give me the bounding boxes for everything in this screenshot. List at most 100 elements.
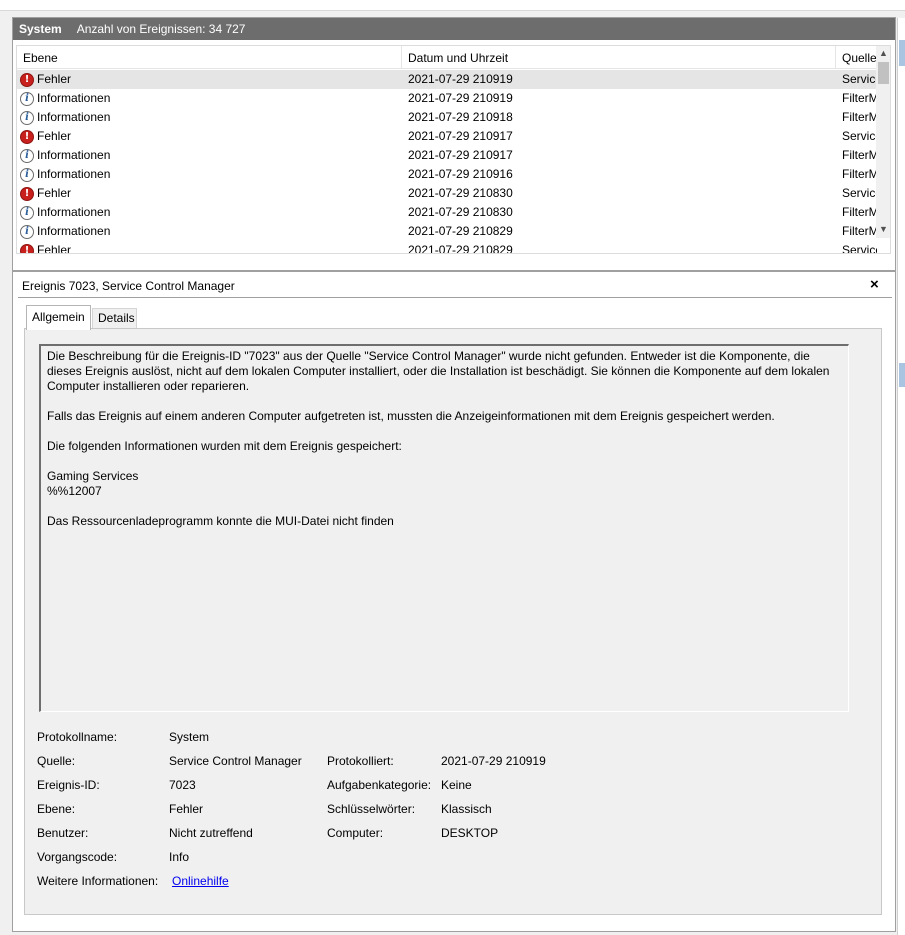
vertical-scroll-thumb[interactable]	[878, 62, 889, 84]
right-pane-accent	[899, 40, 905, 66]
table-row[interactable]: iInformationen 2021-07-29 210916 FilterMan…	[17, 165, 877, 184]
row-level-text: Fehler	[37, 186, 72, 200]
row-level-text: Informationen	[37, 205, 111, 219]
scroll-up-icon[interactable]: ▲	[876, 46, 890, 61]
row-source: FilterManager	[842, 224, 877, 238]
prop-computer: DESKTOP	[441, 826, 499, 840]
row-level: i Informationen	[20, 108, 400, 127]
horizontal-scrollbar[interactable]: ◀ ▶	[17, 253, 891, 254]
row-level-text: Informationen	[37, 110, 111, 124]
row-date: 2021-07-29 210917	[408, 148, 513, 162]
table-row[interactable]: iInformationen 2021-07-29 210829 FilterMan…	[17, 222, 877, 241]
online-help-link[interactable]: Onlinehilfe	[172, 874, 229, 888]
row-level: i Informationen	[20, 165, 400, 184]
row-source: FilterManager	[842, 91, 877, 105]
prop-log-name: System	[169, 730, 210, 744]
prop-label-logged: Protokolliert:	[327, 754, 394, 768]
event-description[interactable]: Die Beschreibung für die Ereignis-ID "70…	[39, 344, 849, 712]
row-date: 2021-07-29 210830	[408, 186, 513, 200]
tab-details[interactable]: Details	[92, 308, 137, 328]
row-level-text: Informationen	[37, 148, 111, 162]
prop-label-keywords: Schlüsselwörter:	[327, 802, 416, 816]
table-row[interactable]: !Fehler 2021-07-29 210917 Service Control …	[17, 127, 877, 146]
table-row[interactable]: iInformationen 2021-07-29 210917 FilterMan…	[17, 146, 877, 165]
row-level: ! Fehler	[20, 127, 400, 146]
row-source: FilterManager	[842, 148, 877, 162]
row-level-text: Fehler	[37, 129, 72, 143]
prop-task: Keine	[441, 778, 472, 792]
event-rows: !Fehler2021-07-29 210919Service Control …	[17, 70, 877, 253]
description-line: Die Beschreibung für die Ereignis-ID "70…	[47, 349, 830, 393]
prop-user: Nicht zutreffend	[169, 826, 253, 840]
right-pane-accent	[899, 363, 905, 387]
row-level: i Informationen	[20, 203, 400, 222]
row-level: ! Fehler	[20, 184, 400, 203]
row-date: 2021-07-29 210830	[408, 205, 513, 219]
prop-label-opcode: Vorgangscode:	[37, 850, 118, 864]
prop-label-log-name: Protokollname:	[37, 730, 118, 744]
description-line: Gaming Services	[47, 469, 139, 483]
description-line: Das Ressourcenladeprogramm konnte die MU…	[47, 514, 394, 528]
detail-divider	[18, 297, 892, 298]
splitter[interactable]	[13, 270, 895, 272]
column-date[interactable]: Datum und Uhrzeit	[402, 46, 836, 68]
event-list[interactable]: Ebene Datum und Uhrzeit Quelle ! Fehler 20…	[16, 45, 891, 254]
row-level: i Informationen	[20, 222, 400, 241]
row-level: ! Fehler	[20, 70, 400, 89]
row-date: 2021-07-29 210829	[408, 224, 513, 238]
row-source: Service Control Manager	[842, 129, 877, 143]
top-strip	[0, 0, 905, 11]
close-icon[interactable]: ×	[870, 276, 879, 293]
table-row[interactable]: !Fehler 2021-07-29 210919 Service Control …	[17, 70, 877, 89]
row-source: Service Control Manager	[842, 72, 877, 86]
column-source[interactable]: Quelle	[836, 46, 877, 68]
prop-event-id: 7023	[169, 778, 196, 792]
prop-keywords: Klassisch	[441, 802, 492, 816]
row-source: Service Control Manager	[842, 186, 877, 200]
description-line: Falls das Ereignis auf einem anderen Com…	[47, 409, 775, 423]
scroll-right-icon[interactable]: ▶	[860, 253, 875, 254]
info-icon: i	[20, 91, 34, 106]
description-line: %%12007	[47, 484, 102, 498]
row-level-text: Fehler	[37, 72, 72, 86]
log-title: System	[19, 22, 62, 36]
row-level-text: Informationen	[37, 91, 111, 105]
row-date: 2021-07-29 210919	[408, 91, 513, 105]
table-row[interactable]: !Fehler 2021-07-29 210830 Service Control …	[17, 184, 877, 203]
row-level: i Informationen	[20, 89, 400, 108]
row-level-text: Informationen	[37, 167, 111, 181]
column-header: Ebene Datum und Uhrzeit Quelle	[17, 46, 890, 69]
prop-label-task: Aufgabenkategorie:	[327, 778, 432, 792]
right-pane-edge	[897, 18, 905, 935]
prop-label-event-id: Ereignis-ID:	[37, 778, 100, 792]
info-icon: i	[20, 148, 34, 163]
row-date: 2021-07-29 210917	[408, 129, 513, 143]
row-source: FilterManager	[842, 205, 877, 219]
error-icon: !	[20, 186, 34, 201]
tab-general[interactable]: Allgemein	[26, 305, 91, 330]
detail-title: Ereignis 7023, Service Control Manager	[22, 279, 235, 293]
scroll-left-icon[interactable]: ◀	[17, 253, 32, 254]
column-level[interactable]: Ebene	[17, 46, 402, 68]
table-row[interactable]: iInformationen 2021-07-29 210919 FilterMan…	[17, 89, 877, 108]
row-date: 2021-07-29 210918	[408, 110, 513, 124]
vertical-scrollbar[interactable]: ▲ ▼	[876, 46, 890, 238]
prop-label-computer: Computer:	[327, 826, 384, 840]
row-date: 2021-07-29 210916	[408, 167, 513, 181]
error-icon: !	[20, 72, 34, 87]
prop-level: Fehler	[169, 802, 204, 816]
prop-label-more-info: Weitere Informationen:	[37, 874, 159, 888]
info-icon: i	[20, 205, 34, 220]
prop-label-level: Ebene:	[37, 802, 76, 816]
log-header: System Anzahl von Ereignissen: 34 727	[13, 18, 895, 40]
prop-label-user: Benutzer:	[37, 826, 89, 840]
info-icon: i	[20, 110, 34, 125]
table-row[interactable]: iInformationen 2021-07-29 210918 FilterMan…	[17, 108, 877, 127]
row-level: i Informationen	[20, 146, 400, 165]
prop-source: Service Control Manager	[169, 754, 302, 768]
event-count: Anzahl von Ereignissen: 34 727	[76, 22, 246, 36]
scroll-down-icon[interactable]: ▼	[876, 222, 890, 237]
table-row[interactable]: iInformationen 2021-07-29 210830 FilterMan…	[17, 203, 877, 222]
prop-label-source: Quelle:	[37, 754, 76, 768]
prop-logged: 2021-07-29 210919	[441, 754, 546, 768]
